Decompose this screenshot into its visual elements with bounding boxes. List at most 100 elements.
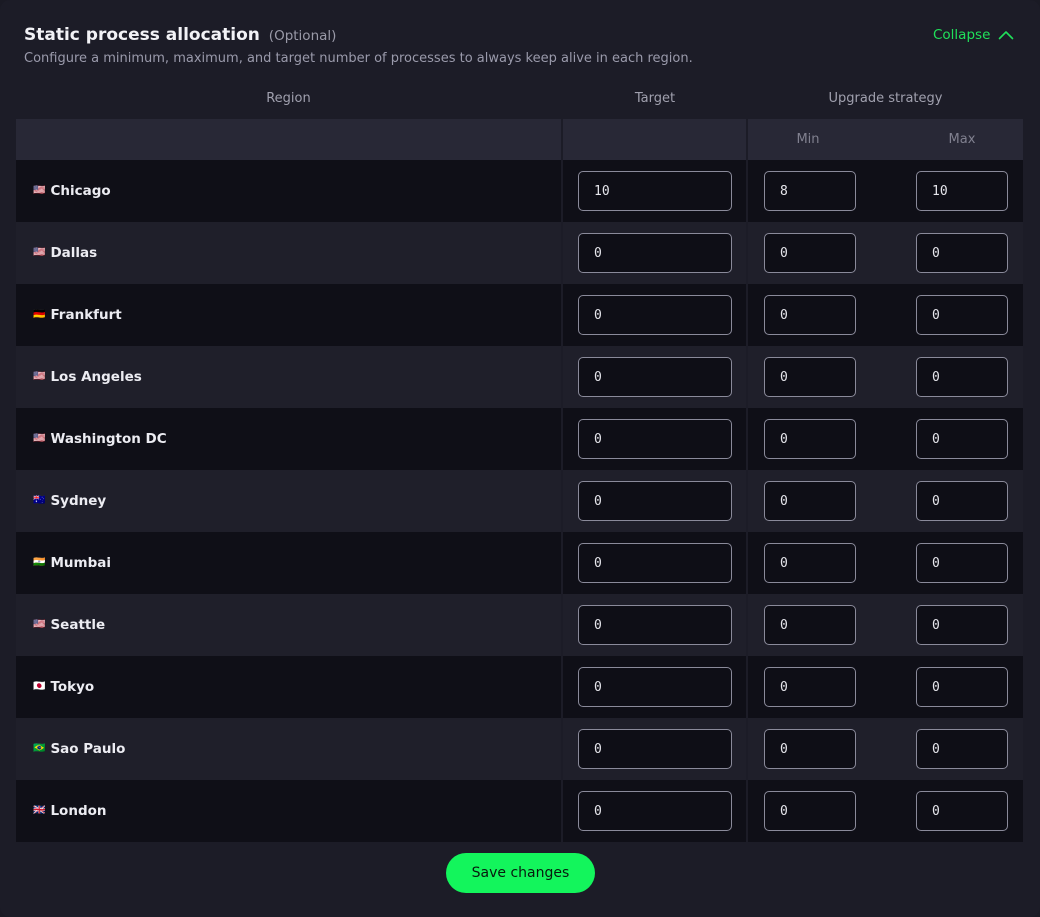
collapse-button[interactable]: Collapse bbox=[933, 27, 1014, 43]
table-row: 🇺🇸 Washington DC bbox=[16, 408, 1023, 470]
region-cell: 🇺🇸 Washington DC bbox=[33, 408, 167, 470]
min-input[interactable] bbox=[764, 605, 856, 645]
region-cell: 🇮🇳 Mumbai bbox=[33, 532, 111, 594]
column-header-region: Region bbox=[266, 91, 311, 106]
region-name: Sydney bbox=[50, 493, 107, 509]
flag-icon: 🇺🇸 bbox=[33, 247, 46, 258]
region-name: Tokyo bbox=[50, 679, 95, 695]
target-input[interactable] bbox=[578, 729, 732, 769]
column-divider bbox=[746, 470, 748, 532]
region-name: Mumbai bbox=[50, 555, 111, 571]
flag-icon: 🇬🇧 bbox=[33, 805, 46, 816]
region-cell: 🇺🇸 Chicago bbox=[33, 160, 111, 222]
table-row: 🇬🇧 London bbox=[16, 780, 1023, 842]
min-input[interactable] bbox=[764, 543, 856, 583]
target-input[interactable] bbox=[578, 295, 732, 335]
region-name: London bbox=[50, 803, 107, 819]
column-divider bbox=[746, 160, 748, 222]
column-divider bbox=[561, 594, 563, 656]
column-header-min: Min bbox=[796, 132, 820, 147]
table-row: 🇺🇸 Seattle bbox=[16, 594, 1023, 656]
max-input[interactable] bbox=[916, 605, 1008, 645]
max-input[interactable] bbox=[916, 667, 1008, 707]
region-cell: 🇺🇸 Los Angeles bbox=[33, 346, 142, 408]
max-input[interactable] bbox=[916, 233, 1008, 273]
table-row: 🇦🇺 Sydney bbox=[16, 470, 1023, 532]
section-title-text: Static process allocation bbox=[24, 25, 260, 45]
region-cell: 🇺🇸 Dallas bbox=[33, 222, 97, 284]
table-row: 🇧🇷 Sao Paulo bbox=[16, 718, 1023, 780]
target-input[interactable] bbox=[578, 233, 732, 273]
column-divider bbox=[561, 532, 563, 594]
target-input[interactable] bbox=[578, 791, 732, 831]
max-input[interactable] bbox=[916, 171, 1008, 211]
min-input[interactable] bbox=[764, 233, 856, 273]
column-header-target: Target bbox=[634, 91, 676, 106]
region-name: Los Angeles bbox=[50, 369, 142, 385]
max-input[interactable] bbox=[916, 729, 1008, 769]
column-divider bbox=[561, 284, 563, 346]
min-input[interactable] bbox=[764, 171, 856, 211]
target-input[interactable] bbox=[578, 605, 732, 645]
column-divider bbox=[561, 408, 563, 470]
region-cell: 🇺🇸 Seattle bbox=[33, 594, 105, 656]
column-divider bbox=[561, 780, 563, 842]
flag-icon: 🇺🇸 bbox=[33, 433, 46, 444]
column-divider bbox=[746, 718, 748, 780]
column-divider bbox=[746, 780, 748, 842]
target-input[interactable] bbox=[578, 543, 732, 583]
min-input[interactable] bbox=[764, 729, 856, 769]
column-divider bbox=[746, 222, 748, 284]
target-input[interactable] bbox=[578, 357, 732, 397]
region-name: Sao Paulo bbox=[50, 741, 126, 757]
table-row: 🇺🇸 Dallas bbox=[16, 222, 1023, 284]
flag-icon: 🇮🇳 bbox=[33, 557, 46, 568]
region-cell: 🇯🇵 Tokyo bbox=[33, 656, 94, 718]
region-name: Washington DC bbox=[50, 431, 167, 447]
target-input[interactable] bbox=[578, 419, 732, 459]
column-divider bbox=[746, 532, 748, 594]
region-cell: 🇩🇪 Frankfurt bbox=[33, 284, 122, 346]
region-name: Chicago bbox=[50, 183, 111, 199]
section-description: Configure a minimum, maximum, and target… bbox=[24, 51, 693, 66]
column-divider bbox=[746, 346, 748, 408]
min-input[interactable] bbox=[764, 357, 856, 397]
min-input[interactable] bbox=[764, 419, 856, 459]
optional-label: (Optional) bbox=[268, 28, 337, 44]
column-divider bbox=[561, 346, 563, 408]
column-divider bbox=[561, 470, 563, 532]
column-header-upgrade-strategy: Upgrade strategy bbox=[828, 91, 943, 106]
flag-icon: 🇺🇸 bbox=[33, 371, 46, 382]
target-input[interactable] bbox=[578, 171, 732, 211]
max-input[interactable] bbox=[916, 295, 1008, 335]
flag-icon: 🇧🇷 bbox=[33, 743, 46, 754]
table-body: 🇺🇸 Chicago 🇺🇸 Dallas 🇩🇪 Frankfurt 🇺🇸 bbox=[16, 160, 1023, 842]
max-input[interactable] bbox=[916, 543, 1008, 583]
column-divider bbox=[746, 594, 748, 656]
min-input[interactable] bbox=[764, 667, 856, 707]
min-input[interactable] bbox=[764, 295, 856, 335]
region-name: Frankfurt bbox=[50, 307, 122, 323]
column-divider bbox=[561, 119, 563, 160]
chevron-up-icon bbox=[999, 31, 1014, 40]
column-divider bbox=[746, 656, 748, 718]
column-divider bbox=[746, 408, 748, 470]
table-row: 🇩🇪 Frankfurt bbox=[16, 284, 1023, 346]
region-cell: 🇦🇺 Sydney bbox=[33, 470, 106, 532]
min-input[interactable] bbox=[764, 791, 856, 831]
flag-icon: 🇯🇵 bbox=[33, 681, 46, 692]
min-input[interactable] bbox=[764, 481, 856, 521]
max-input[interactable] bbox=[916, 357, 1008, 397]
max-input[interactable] bbox=[916, 419, 1008, 459]
max-input[interactable] bbox=[916, 481, 1008, 521]
collapse-label: Collapse bbox=[933, 27, 991, 43]
max-input[interactable] bbox=[916, 791, 1008, 831]
allocation-panel: Static process allocation (Optional) Con… bbox=[0, 0, 1040, 917]
region-name: Dallas bbox=[50, 245, 98, 261]
allocation-table: Min Max 🇺🇸 Chicago 🇺🇸 Dallas 🇩🇪 Frankfur… bbox=[16, 119, 1023, 842]
table-subheader-row: Min Max bbox=[16, 119, 1023, 160]
target-input[interactable] bbox=[578, 481, 732, 521]
column-divider bbox=[561, 656, 563, 718]
save-changes-button[interactable]: Save changes bbox=[446, 853, 595, 893]
target-input[interactable] bbox=[578, 667, 732, 707]
